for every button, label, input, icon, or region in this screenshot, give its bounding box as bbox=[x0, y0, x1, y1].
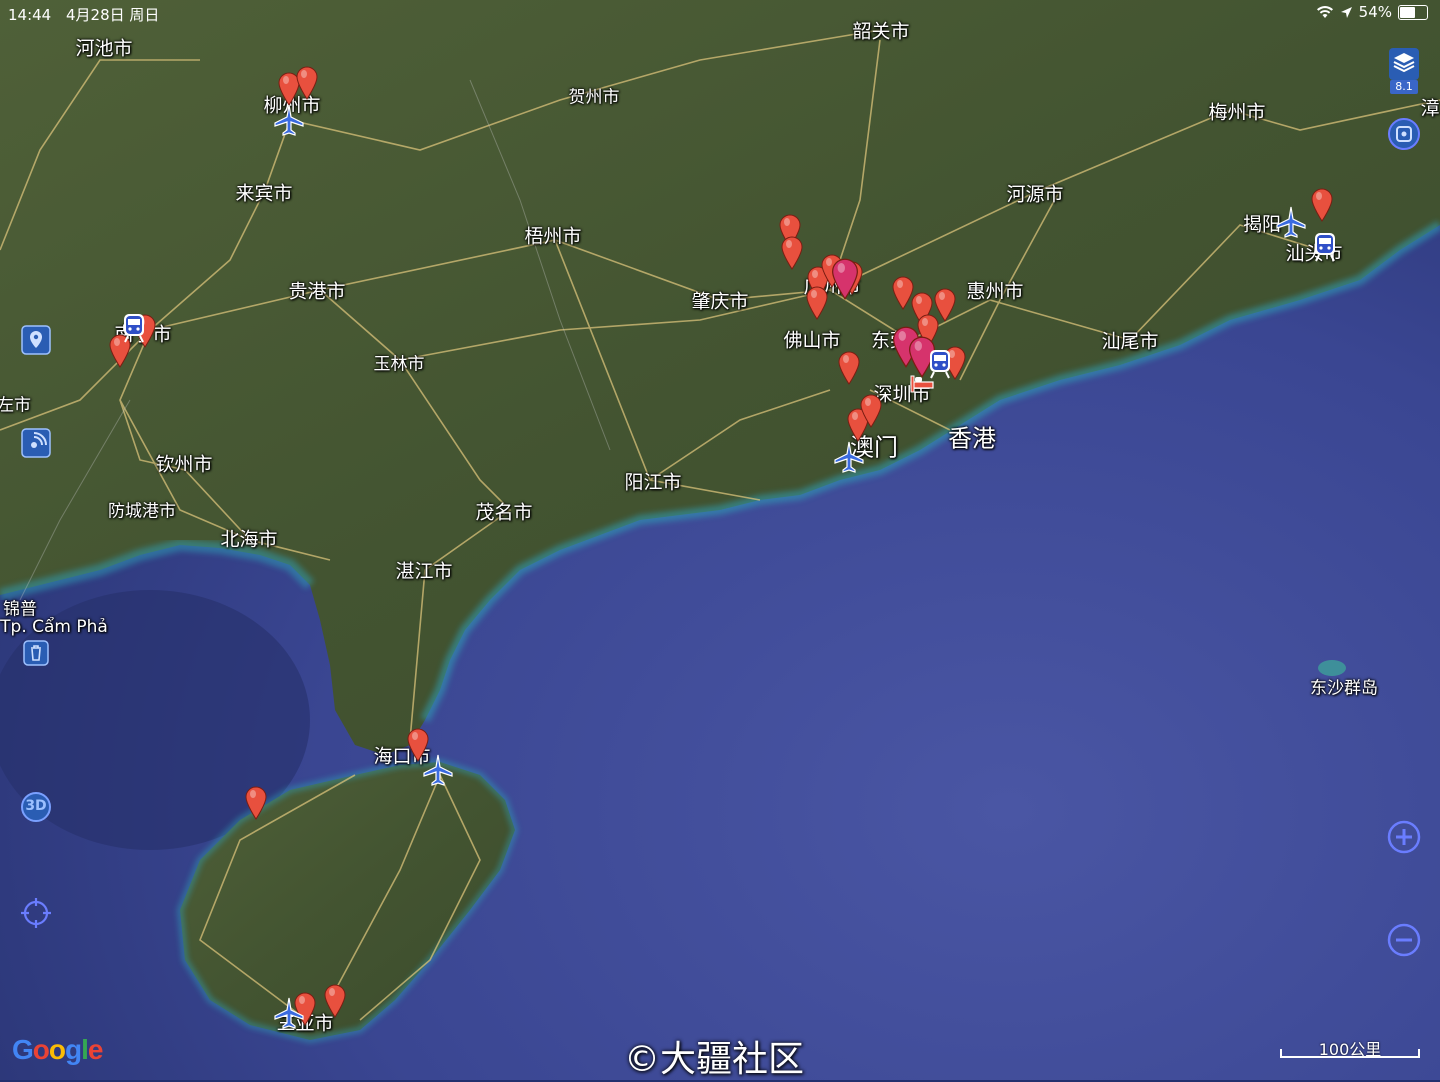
google-logo-letter: G bbox=[12, 1034, 34, 1065]
place-label-huizhou: 惠州市 bbox=[966, 280, 1024, 303]
map-pin-marker[interactable] bbox=[838, 351, 860, 385]
place-label-campha-vi: Tp. Cẩm Phả bbox=[0, 617, 108, 637]
status-bar: 14:44 4月28日 周日 54% bbox=[0, 0, 1440, 26]
place-label-heyuan: 河源市 bbox=[1006, 183, 1064, 206]
signal-scan-icon[interactable] bbox=[21, 428, 51, 458]
layers-version: 8.1 bbox=[1390, 80, 1418, 94]
map-pin-marker[interactable] bbox=[1311, 188, 1333, 222]
satellite-map[interactable] bbox=[0, 0, 1440, 1080]
map-pin-marker[interactable] bbox=[831, 258, 859, 300]
place-label-zhang: 漳 bbox=[1420, 97, 1440, 120]
place-label-campha-cn: 锦普 bbox=[3, 599, 37, 620]
airport-icon[interactable] bbox=[832, 440, 866, 474]
place-label-beihai: 北海市 bbox=[220, 528, 278, 551]
map-pin-marker[interactable] bbox=[296, 66, 318, 100]
battery-percent: 54% bbox=[1358, 3, 1392, 21]
map-pin-marker[interactable] bbox=[806, 286, 828, 320]
3d-label: 3D bbox=[25, 798, 47, 814]
place-label-foshan: 佛山市 bbox=[783, 329, 841, 352]
train-station-icon[interactable] bbox=[121, 312, 147, 344]
place-label-wuzhou: 梧州市 bbox=[524, 225, 582, 248]
place-label-maoming: 茂名市 bbox=[475, 501, 533, 524]
status-date: 4月28日 周日 bbox=[66, 6, 160, 24]
wifi-icon bbox=[1316, 6, 1333, 19]
place-label-meizhou: 梅州市 bbox=[1208, 101, 1266, 124]
zoom-out-icon[interactable] bbox=[1387, 923, 1421, 957]
place-label-hezhou: 贺州市 bbox=[568, 87, 620, 108]
scale-bar: 100公里 bbox=[1280, 1036, 1420, 1060]
location-arrow-icon bbox=[1340, 6, 1352, 18]
place-label-guigang: 贵港市 bbox=[288, 280, 346, 303]
google-logo: Google bbox=[12, 1034, 104, 1066]
place-label-laibin: 来宾市 bbox=[235, 182, 293, 205]
google-logo-letter: e bbox=[87, 1034, 104, 1065]
location-pin-icon[interactable] bbox=[21, 325, 51, 355]
map-pin-marker[interactable] bbox=[324, 984, 346, 1018]
airport-icon[interactable] bbox=[272, 103, 306, 137]
airport-icon[interactable] bbox=[272, 996, 306, 1030]
status-time: 14:44 bbox=[8, 6, 52, 24]
place-label-zhanjiang: 湛江市 bbox=[395, 560, 453, 583]
crosshair-icon[interactable] bbox=[20, 897, 52, 929]
place-label-zhaoqing: 肇庆市 bbox=[691, 290, 749, 313]
train-station-icon[interactable] bbox=[1312, 231, 1338, 263]
layers-icon bbox=[1389, 48, 1419, 80]
layers-button[interactable]: 8.1 bbox=[1389, 48, 1419, 94]
zoom-in-icon[interactable] bbox=[1387, 820, 1421, 854]
google-logo-letter: o bbox=[32, 1034, 50, 1065]
place-label-yulin: 玉林市 bbox=[373, 354, 425, 375]
place-label-hongkong: 香港 bbox=[948, 424, 996, 453]
trash-icon[interactable] bbox=[23, 640, 49, 666]
place-label-yangjiang: 阳江市 bbox=[624, 471, 682, 494]
place-label-fangchenggang: 防城港市 bbox=[108, 501, 176, 522]
watermark-text: ©大疆社区 bbox=[624, 1039, 805, 1080]
airport-icon[interactable] bbox=[421, 753, 455, 787]
place-label-chongzuo: 左市 bbox=[0, 395, 31, 416]
airport-icon[interactable] bbox=[1274, 205, 1308, 239]
3d-toggle-button[interactable]: 3D bbox=[20, 791, 52, 827]
map-pin-marker[interactable] bbox=[245, 786, 267, 820]
place-label-dongsha: 东沙群岛 bbox=[1310, 678, 1378, 699]
compass-reset-icon[interactable] bbox=[1387, 117, 1421, 151]
google-logo-letter: g bbox=[65, 1034, 82, 1065]
place-label-qinzhou: 钦州市 bbox=[155, 453, 213, 476]
place-label-hechi: 河池市 bbox=[75, 37, 133, 60]
battery-icon bbox=[1398, 4, 1428, 20]
place-label-shanwei: 汕尾市 bbox=[1101, 330, 1159, 353]
map-pin-marker[interactable] bbox=[781, 236, 803, 270]
google-logo-letter: o bbox=[48, 1034, 66, 1065]
hotel-bed-icon[interactable] bbox=[909, 366, 935, 398]
map-pin-marker[interactable] bbox=[860, 394, 882, 428]
google-logo-letter: l bbox=[81, 1034, 89, 1065]
